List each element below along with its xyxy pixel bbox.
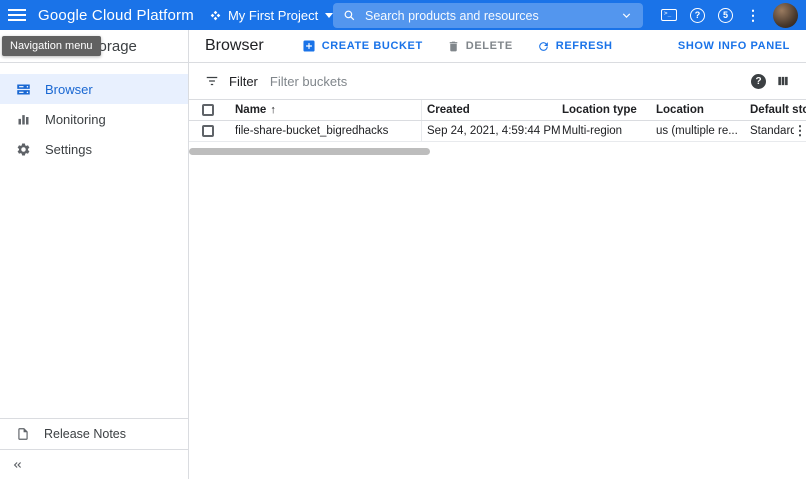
sidebar-item-label: Browser <box>45 81 93 97</box>
cell-created: Sep 24, 2021, 4:59:44 PM <box>427 125 560 137</box>
search-icon <box>343 9 356 22</box>
sidebar-item-monitoring[interactable]: Monitoring <box>0 104 188 134</box>
cell-default-storage: Standard <box>750 125 794 137</box>
more-vertical-icon: ⋮ <box>794 123 806 138</box>
sidebar-nav: Browser Monitoring Settings <box>0 63 188 418</box>
create-bucket-label: CREATE BUCKET <box>321 40 423 52</box>
more-vertical-icon: ⋮ <box>746 6 760 23</box>
column-header-default-storage: Default sto <box>750 104 806 116</box>
document-icon <box>18 428 28 440</box>
navigation-menu-tooltip: Navigation menu <box>2 36 101 56</box>
question-mark-icon: ? <box>755 75 762 87</box>
show-info-panel-button[interactable]: SHOW INFO PANEL <box>678 40 790 52</box>
sidebar-item-browser[interactable]: Browser <box>0 74 188 104</box>
cell-location: us (multiple re... <box>656 125 738 137</box>
column-header-location-type: Location type <box>562 104 637 116</box>
notifications-count-badge: 5 <box>718 7 733 23</box>
double-chevron-left-icon <box>13 461 22 468</box>
create-bucket-button[interactable]: CREATE BUCKET <box>302 39 423 53</box>
main-header: Browser CREATE BUCKET DELETE REFRESH SHO… <box>189 30 806 63</box>
sidebar: Cloud Storage Browser Monitoring Setting… <box>0 30 189 479</box>
trash-icon <box>449 41 458 51</box>
more-options-button[interactable]: ⋮ <box>746 7 760 24</box>
cloud-shell-button[interactable]: >_ <box>661 9 677 21</box>
bucket-name-link[interactable]: file-share-bucket_bigredhacks <box>229 121 422 141</box>
table-header: Name ↑ Created Location type Location De… <box>189 99 806 121</box>
filter-row: Filter ? <box>189 63 806 99</box>
add-box-icon <box>303 40 315 52</box>
search-bar <box>333 3 643 28</box>
search-input[interactable] <box>365 8 611 23</box>
search-options-chevron[interactable] <box>620 9 633 22</box>
filter-input[interactable] <box>269 73 741 89</box>
filter-help-button[interactable]: ? <box>751 73 766 89</box>
refresh-icon <box>538 41 548 51</box>
horizontal-scrollbar[interactable] <box>189 148 430 155</box>
chart-icon <box>18 114 29 124</box>
delete-label: DELETE <box>465 40 513 52</box>
brand-title[interactable]: Google Cloud Platform <box>38 7 194 24</box>
column-header-location: Location <box>656 104 704 116</box>
sidebar-item-release-notes[interactable]: Release Notes <box>0 418 188 449</box>
row-actions-button[interactable]: ⋮ <box>794 123 806 139</box>
column-header-name[interactable]: Name ↑ <box>229 100 422 120</box>
collapse-sidebar-button[interactable] <box>0 449 188 479</box>
sort-ascending-icon: ↑ <box>270 104 276 116</box>
bucket-icon <box>17 84 30 94</box>
refresh-button[interactable]: REFRESH <box>537 40 613 53</box>
avatar[interactable] <box>773 2 798 28</box>
columns-icon <box>778 76 788 86</box>
help-button[interactable]: ? <box>690 7 705 23</box>
delete-button[interactable]: DELETE <box>447 40 513 53</box>
project-icon <box>210 10 221 21</box>
help-icon: ? <box>690 7 705 23</box>
release-notes-label: Release Notes <box>44 427 126 441</box>
cell-location-type: Multi-region <box>562 125 623 137</box>
select-all-checkbox[interactable] <box>202 104 214 116</box>
cloud-shell-icon: >_ <box>661 9 677 21</box>
show-info-panel-label: SHOW INFO PANEL <box>677 40 790 52</box>
filter-icon <box>206 76 218 86</box>
table-row: file-share-bucket_bigredhacks Sep 24, 20… <box>189 121 806 142</box>
row-checkbox[interactable] <box>202 125 214 137</box>
sidebar-item-label: Settings <box>45 141 92 157</box>
hamburger-icon <box>8 9 26 11</box>
page-body: Cloud Storage Browser Monitoring Setting… <box>0 30 806 479</box>
column-options-button[interactable] <box>776 74 790 88</box>
refresh-label: REFRESH <box>555 40 613 52</box>
hamburger-menu-button[interactable] <box>0 0 34 30</box>
page-title: Browser <box>205 37 264 54</box>
filter-label: Filter <box>229 73 258 89</box>
project-name: My First Project <box>227 7 319 23</box>
sidebar-item-settings[interactable]: Settings <box>0 134 188 164</box>
gear-icon <box>17 143 30 155</box>
topbar: Google Cloud Platform My First Project >… <box>0 0 806 30</box>
column-header-created: Created <box>427 104 470 116</box>
project-selector[interactable]: My First Project <box>210 7 334 23</box>
main-content: Browser CREATE BUCKET DELETE REFRESH SHO… <box>189 30 806 479</box>
sidebar-item-label: Monitoring <box>45 111 106 127</box>
notifications-button[interactable]: 5 <box>718 7 733 23</box>
topbar-actions: >_ ? 5 ⋮ <box>661 0 798 30</box>
